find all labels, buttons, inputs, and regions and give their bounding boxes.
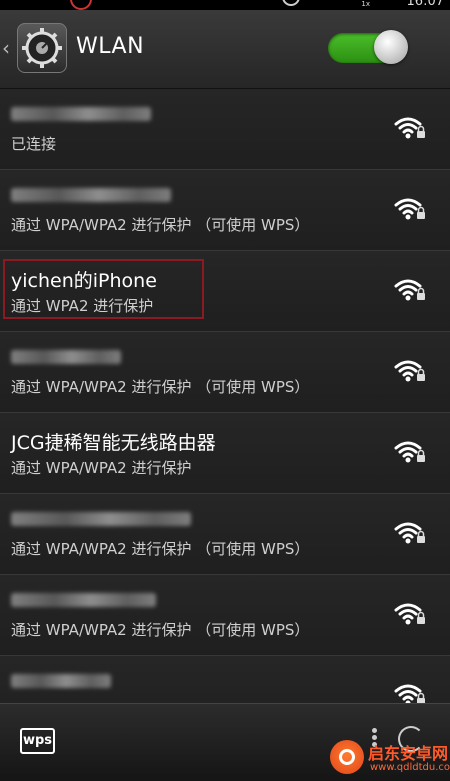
chevron-left-icon[interactable]: ‹ <box>2 36 10 60</box>
network-status: 已连接 <box>11 135 57 153</box>
blurred-ssid <box>11 350 121 364</box>
network-item[interactable] <box>0 656 450 703</box>
network-status: 通过 WPA2 进行保护 <box>11 297 154 315</box>
blurred-ssid <box>11 107 151 121</box>
blurred-ssid <box>11 674 111 688</box>
blurred-ssid <box>11 512 191 526</box>
status-bar: 1x 16:07 <box>0 0 450 10</box>
clock: 16:07 <box>406 0 444 9</box>
wifi-lock-icon <box>394 601 426 627</box>
network-status: 通过 WPA/WPA2 进行保护 （可使用 WPS） <box>11 216 310 234</box>
network-list: 已连接通过 WPA/WPA2 进行保护 （可使用 WPS） yichen的iPho… <box>0 89 450 703</box>
alarm-icon <box>282 0 300 6</box>
header: ‹ WLAN <box>0 10 450 89</box>
watermark: 启东安卓网 www.qdldtdu.com <box>330 738 450 778</box>
network-status: 通过 WPA/WPA2 进行保护 <box>11 459 192 477</box>
network-item[interactable]: JCG捷稀智能无线路由器通过 WPA/WPA2 进行保护 <box>0 413 450 494</box>
network-item[interactable]: 通过 WPA/WPA2 进行保护 （可使用 WPS） <box>0 170 450 251</box>
network-item[interactable]: 通过 WPA/WPA2 进行保护 （可使用 WPS） <box>0 494 450 575</box>
watermark-url: www.qdldtdu.com <box>370 762 450 773</box>
wifi-lock-icon <box>394 115 426 141</box>
page-title: WLAN <box>76 34 145 59</box>
network-item[interactable]: 已连接 <box>0 89 450 170</box>
wps-button[interactable]: wps <box>20 728 55 754</box>
wifi-lock-icon <box>394 196 426 222</box>
wifi-lock-icon <box>394 358 426 384</box>
wifi-lock-icon <box>394 682 426 703</box>
network-ssid: JCG捷稀智能无线路由器 <box>11 432 216 454</box>
network-status: 通过 WPA/WPA2 进行保护 （可使用 WPS） <box>11 621 310 639</box>
network-ssid: yichen的iPhone <box>11 270 157 292</box>
wlan-toggle[interactable] <box>328 30 408 64</box>
wifi-lock-icon <box>394 520 426 546</box>
blurred-ssid <box>11 188 171 202</box>
blurred-ssid <box>11 593 156 607</box>
watermark-name: 启东安卓网 <box>368 744 449 763</box>
gear-icon[interactable] <box>17 23 67 73</box>
network-item[interactable]: 通过 WPA/WPA2 进行保护 （可使用 WPS） <box>0 575 450 656</box>
network-status: 通过 WPA/WPA2 进行保护 （可使用 WPS） <box>11 540 310 558</box>
watermark-logo-icon <box>330 740 364 774</box>
toggle-knob[interactable] <box>374 30 408 64</box>
network-item[interactable]: 通过 WPA/WPA2 进行保护 （可使用 WPS） <box>0 332 450 413</box>
wifi-lock-icon <box>394 277 426 303</box>
network-status: 通过 WPA/WPA2 进行保护 （可使用 WPS） <box>11 378 310 396</box>
signal-label: 1x <box>361 0 370 8</box>
wifi-lock-icon <box>394 439 426 465</box>
notification-icon <box>70 0 92 10</box>
network-item[interactable]: yichen的iPhone 通过 WPA2 进行保护 <box>0 251 450 332</box>
